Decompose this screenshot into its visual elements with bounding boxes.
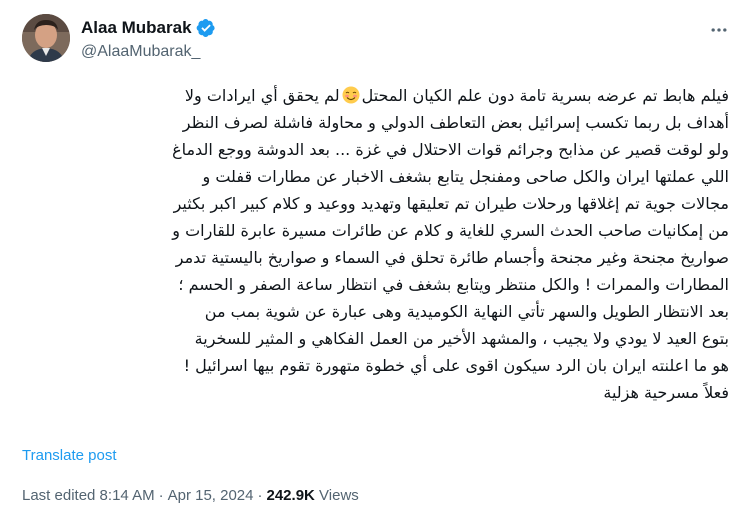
tweet-line: بعد الانتظار الطويل والسهر تأتي النهاية …: [204, 302, 729, 321]
tweet-line: فيلم هابط تم عرضه بسرية تامة دون علم الك…: [20, 82, 729, 109]
tweet-meta: Last edited 8:14 AM · Apr 15, 2024 · 242.9K …: [22, 487, 359, 504]
meta-separator: ·: [158, 487, 164, 504]
author-handle[interactable]: @AlaaMubarak_: [81, 43, 216, 61]
tweet-line: ولو لوقت قصير عن مذابح وجرائم قوات الاحت…: [172, 140, 729, 159]
tweet-line: بتوع العيد لا يودي ولا يجيب ، والمشهد ال…: [194, 329, 729, 348]
edited-time-link[interactable]: Last edited 8:14 AM: [22, 487, 155, 504]
tweet-text: فيلم هابط تم عرضه بسرية تامة دون علم الك…: [20, 82, 729, 406]
smiling-face-emoji-icon: [342, 86, 360, 104]
tweet-line: فعلاً مسرحية هزلية: [603, 383, 729, 402]
tweet-line: هو ما اعلنته ايران بان الرد سيكون اقوى ع…: [183, 356, 729, 375]
tweet-card: Alaa Mubarak @AlaaMubarak_ فيلم هابط تم …: [0, 0, 747, 532]
more-horizontal-icon: [711, 28, 727, 32]
tweet-line: اللي عملتها ايران والكل صاحى ومفنجل يتاب…: [202, 167, 729, 186]
tweet-line-1a: فيلم هابط تم عرضه بسرية تامة دون علم الك…: [361, 86, 729, 105]
views-count[interactable]: 242.9K: [267, 487, 315, 504]
avatar[interactable]: [22, 14, 70, 62]
tweet-line: صواريخ مجنحة وغير مجنحة وأجسام طائرة تحل…: [175, 248, 729, 267]
author-info: Alaa Mubarak @AlaaMubarak_: [81, 17, 216, 61]
tweet-line: من إمكانيات صاحب الحدث السري للغاية و كل…: [172, 221, 729, 240]
verified-badge-icon: [196, 18, 216, 38]
name-row: Alaa Mubarak: [81, 17, 216, 39]
meta-separator: ·: [257, 487, 263, 504]
tweet-line: مجالات جوية تم إغلاقها ورحلات طيران تم ت…: [173, 194, 729, 213]
tweet-line: المطارات والممرات ! والكل منتظر ويتابع ب…: [178, 275, 729, 294]
display-name[interactable]: Alaa Mubarak: [81, 18, 192, 38]
post-date-link[interactable]: Apr 15, 2024: [168, 487, 254, 504]
tweet-header: Alaa Mubarak @AlaaMubarak_: [22, 8, 731, 68]
tweet-line: أهداف بل ربما تكسب إسرائيل بعض التعاطف ا…: [182, 113, 729, 132]
translate-post-link[interactable]: Translate post: [22, 447, 117, 464]
more-options-button[interactable]: [707, 18, 731, 42]
views-label: Views: [319, 487, 359, 504]
tweet-line-1b: لم يحقق أي ايرادات ولا: [184, 86, 340, 105]
